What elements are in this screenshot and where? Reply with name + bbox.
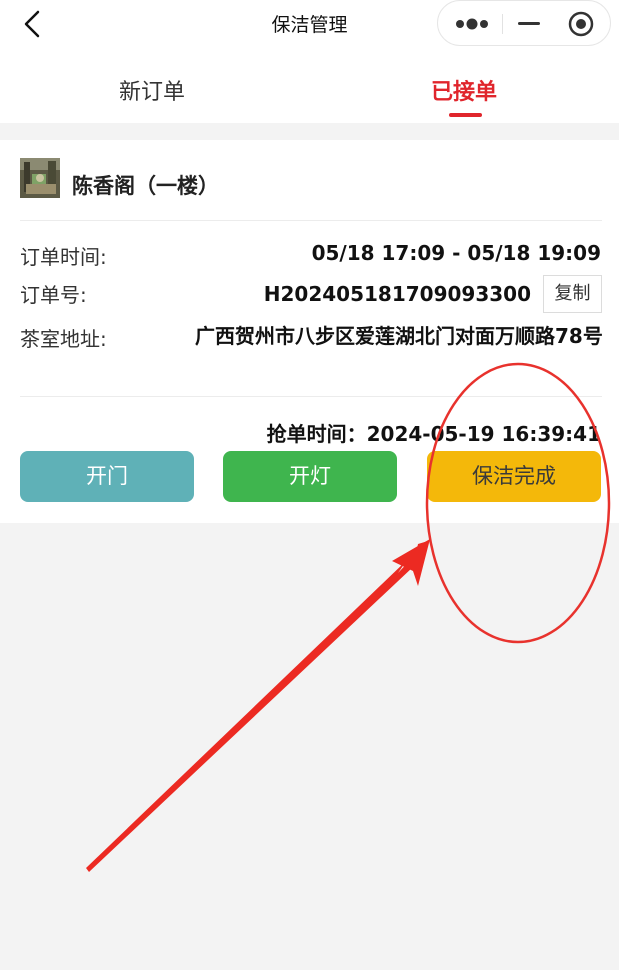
address-value: 广西贺州市八步区爱莲湖北门对面万顺路78号 — [195, 324, 603, 348]
cleaning-done-button[interactable]: 保洁完成 — [427, 451, 601, 502]
minimize-button[interactable] — [503, 1, 557, 47]
divider — [20, 220, 602, 221]
order-time-label: 订单时间: — [20, 245, 107, 269]
active-tab-indicator — [449, 113, 482, 117]
open-door-button[interactable]: 开门 — [20, 451, 194, 502]
more-dots-icon — [456, 18, 488, 30]
annotation-arrow — [86, 541, 428, 872]
navigation-bar: 保洁管理 — [0, 0, 619, 50]
tab-new-orders[interactable]: 新订单 — [119, 74, 185, 106]
address-label: 茶室地址: — [20, 327, 107, 351]
annotation-arrow-head — [392, 539, 430, 586]
more-button[interactable] — [438, 1, 502, 47]
grab-time: 抢单时间：2024-05-19 16:39:41 — [266, 422, 601, 446]
shop-thumbnail — [20, 158, 60, 198]
order-card: 陈香阁（一楼） 订单时间: 05/18 17:09 - 05/18 19:09 … — [0, 140, 619, 523]
minimize-icon — [518, 22, 540, 25]
close-button[interactable] — [557, 1, 611, 47]
tab-accepted-orders[interactable]: 已接单 — [431, 74, 497, 106]
mini-program-capsule — [437, 0, 611, 46]
copy-button[interactable]: 复制 — [543, 275, 602, 313]
shop-photo-icon — [20, 158, 60, 198]
turn-on-light-button[interactable]: 开灯 — [223, 451, 397, 502]
divider — [20, 396, 602, 397]
target-circle-icon — [568, 11, 594, 37]
order-time-value: 05/18 17:09 - 05/18 19:09 — [311, 241, 601, 265]
order-tabs: 新订单 已接单 — [0, 50, 619, 123]
order-number-label: 订单号: — [20, 283, 87, 307]
shop-name: 陈香阁（一楼） — [72, 174, 219, 198]
order-number-value: H202405181709093300 — [263, 282, 531, 306]
